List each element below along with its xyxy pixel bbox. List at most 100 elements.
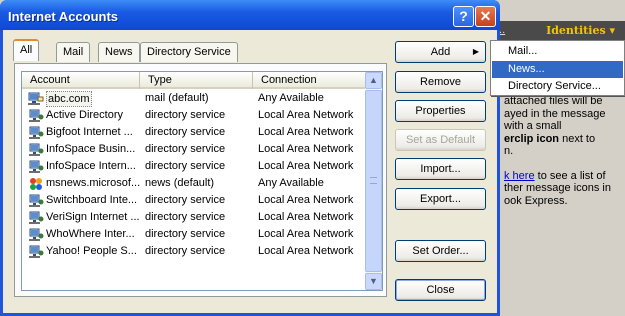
account-cell: Switchboard Inte... (28, 192, 140, 209)
account-type: directory service (145, 228, 226, 240)
accounts-list[interactable]: Account Type Connection abc.com mail (def… (21, 71, 383, 291)
list-header: Account Type Connection (22, 72, 367, 89)
column-header-account[interactable]: Account (22, 72, 140, 89)
directory-service-icon (28, 210, 44, 225)
account-name: msnews.microsof... (46, 177, 140, 189)
close-window-button[interactable]: ✕ (475, 6, 496, 27)
account-name: InfoSpace Intern... (46, 160, 136, 172)
scroll-up-icon[interactable]: ▲ (365, 72, 382, 89)
list-item[interactable]: Active Directory directory service Local A… (22, 107, 367, 124)
account-name: InfoSpace Busin... (46, 143, 136, 155)
account-type: mail (default) (145, 92, 209, 104)
directory-service-icon (28, 227, 44, 242)
account-connection: Local Area Network (258, 143, 354, 155)
account-type: directory service (145, 126, 226, 138)
account-connection: Local Area Network (258, 211, 354, 223)
account-cell: Bigfoot Internet ... (28, 124, 140, 141)
menu-item-directory-service[interactable]: Directory Service... (492, 78, 623, 95)
account-cell: Yahoo! People S... (28, 243, 140, 260)
account-cell: InfoSpace Intern... (28, 158, 140, 175)
account-cell: Active Directory (28, 107, 140, 124)
msn-news-icon (28, 176, 44, 191)
scroll-down-icon[interactable]: ▼ (365, 273, 382, 290)
click-here-link[interactable]: k here (504, 170, 535, 182)
account-type: directory service (145, 194, 226, 206)
account-connection: Local Area Network (258, 126, 354, 138)
submenu-arrow-icon: ▶ (472, 47, 479, 56)
account-type: directory service (145, 245, 226, 257)
account-name: Switchboard Inte... (46, 194, 138, 206)
account-connection: Any Available (258, 177, 324, 189)
account-cell: InfoSpace Busin... (28, 141, 140, 158)
import-button[interactable]: Import... (395, 158, 486, 180)
tab-all[interactable]: All (13, 39, 40, 61)
account-name: Active Directory (46, 109, 124, 121)
list-item[interactable]: WhoWhere Inter... directory service Local … (22, 226, 367, 243)
vertical-scrollbar[interactable]: ▲ ▼ (365, 72, 382, 290)
add-button-label: Add (430, 46, 451, 58)
account-type: directory service (145, 143, 226, 155)
account-type: directory service (145, 211, 226, 223)
bg-text-line: attached files will be (504, 95, 603, 107)
tab-directory-service[interactable]: Directory Service (140, 42, 238, 62)
identities-menu[interactable]: Identities ▾ (546, 24, 615, 37)
add-menu: Mail... News... Directory Service... (490, 40, 625, 96)
account-type: directory service (145, 109, 226, 121)
bg-text: next to (559, 132, 596, 145)
directory-service-icon (28, 193, 44, 208)
bg-text-line: erclip icon next to (504, 133, 622, 146)
list-item[interactable]: Bigfoot Internet ... directory service Loc… (22, 124, 367, 141)
list-item[interactable]: Yahoo! People S... directory service Local… (22, 243, 367, 260)
account-connection: Local Area Network (258, 160, 354, 172)
list-item[interactable]: msnews.microsof... news (default) Any Avai… (22, 175, 367, 192)
account-type: directory service (145, 160, 226, 172)
account-connection: Local Area Network (258, 194, 354, 206)
list-item[interactable]: VeriSign Internet ... directory service Lo… (22, 209, 367, 226)
account-type: news (default) (145, 177, 215, 189)
list-item[interactable]: InfoSpace Intern... directory service Loca… (22, 158, 367, 175)
tab-panel: Account Type Connection abc.com mail (def… (14, 63, 387, 297)
list-item[interactable]: InfoSpace Busin... directory service Local… (22, 141, 367, 158)
bg-text-line: ther message icons in (504, 182, 611, 194)
news-server-icon (28, 91, 44, 106)
tab-mail[interactable]: Mail (56, 42, 91, 62)
scroll-thumb[interactable] (365, 90, 382, 272)
directory-service-icon (28, 125, 44, 140)
dialog-title: Internet Accounts (8, 9, 119, 24)
account-cell: abc.com (28, 90, 140, 107)
export-button[interactable]: Export... (395, 188, 486, 210)
account-cell: WhoWhere Inter... (28, 226, 140, 243)
grip-icon (370, 177, 377, 184)
account-name: Bigfoot Internet ... (46, 126, 133, 138)
add-button[interactable]: Add ▶ (395, 41, 486, 63)
properties-button[interactable]: Properties (395, 100, 486, 122)
list-item[interactable]: abc.com mail (default) Any Available (22, 90, 367, 107)
dialog-client-area: All Mail News Directory Service Account … (3, 30, 497, 313)
bg-bold-text: erclip icon (504, 132, 560, 145)
account-connection: Local Area Network (258, 109, 354, 121)
remove-button[interactable]: Remove (395, 71, 486, 93)
account-cell: msnews.microsof... (28, 175, 140, 192)
directory-service-icon (28, 159, 44, 174)
close-button[interactable]: Close (395, 279, 486, 301)
column-header-type[interactable]: Type (140, 72, 253, 89)
help-button[interactable]: ? (453, 6, 474, 27)
background-help-text: attached files will be ayed in the messa… (504, 95, 622, 207)
set-default-button[interactable]: Set as Default (395, 129, 486, 151)
account-name: Yahoo! People S... (46, 245, 137, 257)
bg-text-line: k here to see a list of (504, 170, 622, 183)
set-order-button[interactable]: Set Order... (395, 240, 486, 262)
bg-text-line: ayed in the message (504, 107, 606, 120)
tab-news[interactable]: News (98, 42, 140, 62)
title-bar[interactable]: Internet Accounts ? ✕ (0, 0, 500, 30)
list-item[interactable]: Switchboard Inte... directory service Loca… (22, 192, 367, 209)
bg-text-line: n. (504, 145, 514, 157)
account-name: VeriSign Internet ... (46, 211, 140, 223)
menu-item-news[interactable]: News... (492, 61, 623, 78)
bg-text-line: with a small (504, 120, 562, 132)
directory-service-icon (28, 108, 44, 123)
column-header-connection[interactable]: Connection (253, 72, 367, 89)
menu-item-mail[interactable]: Mail... (492, 43, 623, 60)
account-name: abc.com (46, 91, 92, 107)
account-cell: VeriSign Internet ... (28, 209, 140, 226)
